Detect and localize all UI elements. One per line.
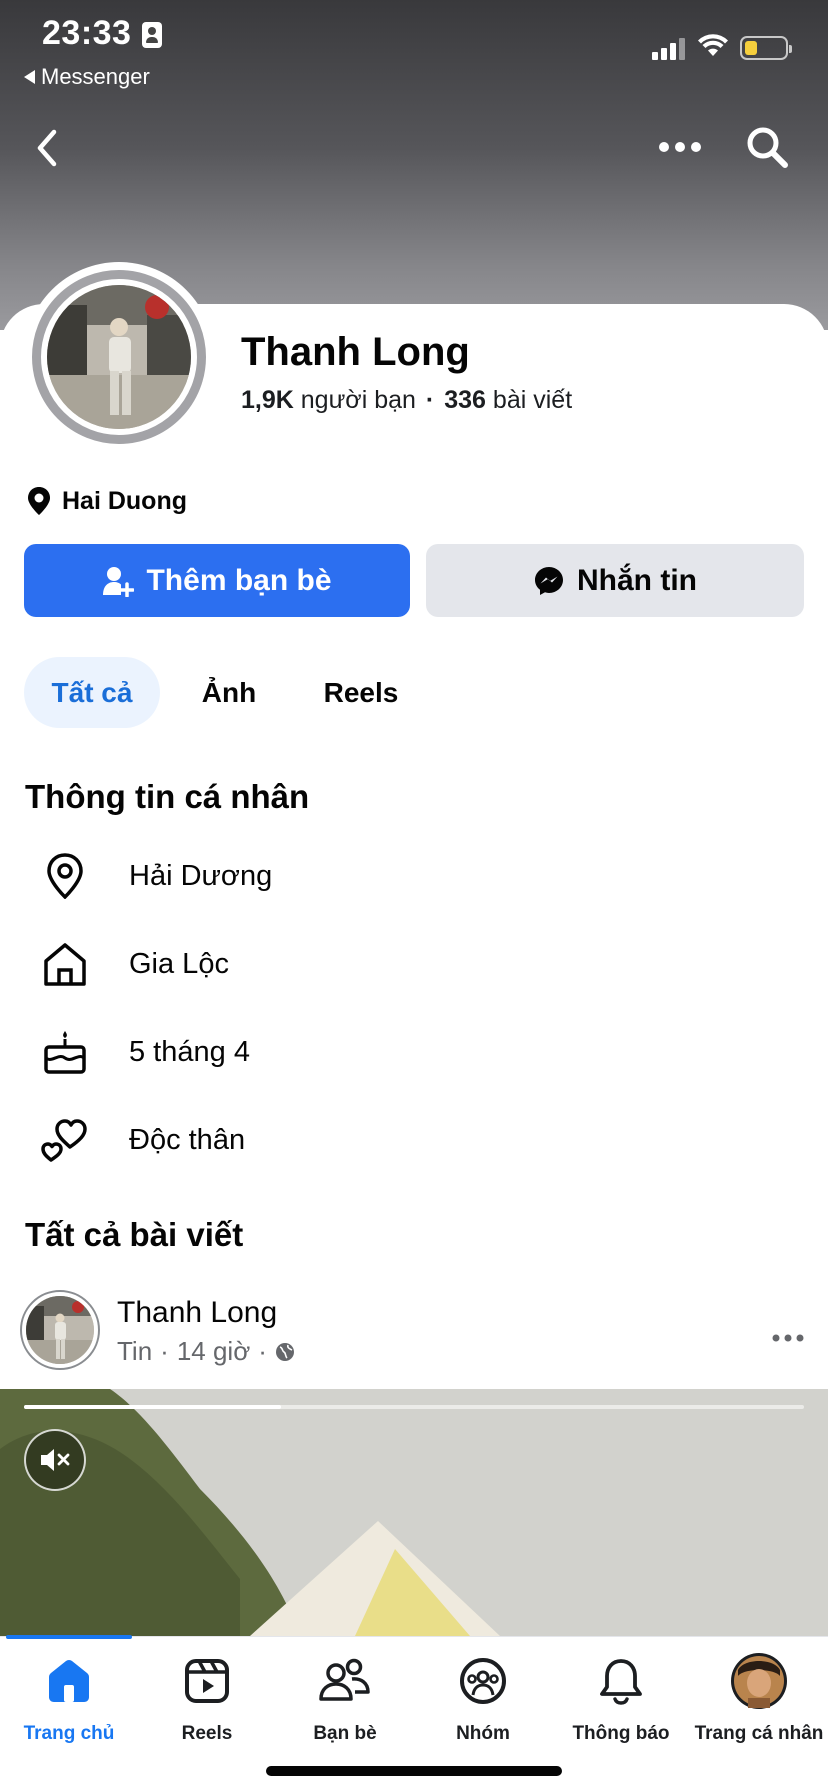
back-to-app-link[interactable]: Messenger (24, 64, 150, 90)
story-progress-fill (24, 1405, 282, 1409)
cellular-signal-icon (652, 38, 685, 60)
info-row-relationship: Độc thân (40, 1110, 245, 1170)
add-friend-icon (103, 566, 135, 597)
nav-label: Thông báo (572, 1723, 670, 1744)
message-button[interactable]: Nhắn tin (426, 544, 804, 617)
back-app-label: Messenger (41, 64, 150, 89)
tab-photos[interactable]: Ảnh (184, 657, 274, 728)
post-type: Tin (117, 1336, 153, 1366)
posts-count: 336 (444, 386, 486, 414)
wifi-icon (698, 34, 728, 56)
nav-label: Nhóm (456, 1723, 510, 1744)
message-label: Nhắn tin (577, 563, 697, 597)
nav-item-profile[interactable]: Trang cá nhân (690, 1651, 828, 1745)
profile-avatar (730, 1651, 788, 1711)
info-text: 5 tháng 4 (129, 1035, 250, 1068)
info-row-location: Hải Dương (40, 846, 272, 906)
profile-location: Hai Duong (26, 486, 187, 516)
more-options-icon[interactable] (656, 132, 704, 162)
profile-avatar[interactable] (24, 262, 214, 452)
speaker-muted-icon (41, 1449, 70, 1471)
post-author-name[interactable]: Thanh Long (117, 1296, 277, 1330)
post-story-media[interactable] (0, 1389, 828, 1636)
friends-icon (319, 1651, 371, 1711)
info-text: Độc thân (129, 1123, 246, 1156)
battery-icon (740, 36, 792, 60)
active-tab-indicator (6, 1635, 132, 1639)
info-text: Gia Lộc (129, 947, 229, 980)
profile-name: Thanh Long (241, 330, 470, 374)
status-time: 23:33 (42, 14, 132, 52)
friends-count[interactable]: 1,9K (241, 386, 294, 414)
post-meta: Tin · 14 giờ · (117, 1336, 295, 1367)
back-arrow-icon[interactable] (30, 126, 66, 170)
contact-card-icon (142, 22, 162, 48)
groups-icon (459, 1651, 507, 1711)
mute-button[interactable] (24, 1429, 86, 1491)
info-row-hometown: Gia Lộc (40, 934, 229, 994)
stats-separator: · (425, 386, 435, 414)
add-friend-label: Thêm bạn bè (146, 563, 332, 597)
search-icon[interactable] (744, 124, 790, 170)
nav-item-home[interactable]: Trang chủ (0, 1651, 138, 1745)
bell-icon (598, 1651, 644, 1711)
info-text: Hải Dương (129, 859, 273, 892)
nav-item-friends[interactable]: Bạn bè (276, 1651, 414, 1745)
birthday-cake-icon (40, 1027, 90, 1077)
post-more-options-icon[interactable] (770, 1328, 806, 1348)
location-pin-icon (28, 487, 50, 515)
home-icon (45, 1651, 93, 1711)
post-meta-separator: · (160, 1336, 169, 1366)
globe-icon (275, 1342, 294, 1361)
nav-label: Trang chủ (23, 1723, 115, 1744)
personal-info-title: Thông tin cá nhân (25, 778, 310, 815)
nav-label: Bạn bè (313, 1723, 377, 1744)
nav-item-groups[interactable]: Nhóm (414, 1651, 552, 1745)
location-text: Hai Duong (62, 486, 187, 515)
all-posts-title: Tất cả bài viết (25, 1216, 244, 1253)
nav-item-notifications[interactable]: Thông báo (552, 1651, 690, 1745)
profile-stats: 1,9K người bạn · 336 bài viết (241, 386, 572, 415)
home-indicator (266, 1766, 562, 1776)
reels-icon (183, 1651, 231, 1711)
hearts-icon (40, 1115, 90, 1165)
post-meta-separator: · (258, 1336, 267, 1366)
profile-photo (47, 285, 191, 429)
friends-label[interactable]: người bạn (301, 386, 416, 414)
nav-label: Reels (181, 1723, 233, 1744)
nav-label: Trang cá nhân (694, 1723, 824, 1744)
tab-reels[interactable]: Reels (306, 657, 416, 728)
messenger-icon (535, 566, 563, 595)
status-bar: 23:33 Messenger (0, 0, 828, 90)
location-pin-icon (40, 851, 90, 901)
info-row-birthday: 5 tháng 4 (40, 1022, 250, 1082)
story-progress-bar (24, 1405, 804, 1409)
add-friend-button[interactable]: Thêm bạn bè (24, 544, 410, 617)
post-time[interactable]: 14 giờ (177, 1336, 250, 1367)
post-author-avatar[interactable] (20, 1290, 100, 1370)
back-triangle-icon (24, 70, 35, 84)
nav-item-reels[interactable]: Reels (138, 1651, 276, 1745)
home-icon (40, 939, 90, 989)
posts-label: bài viết (492, 386, 573, 414)
tab-all[interactable]: Tất cả (24, 657, 160, 728)
